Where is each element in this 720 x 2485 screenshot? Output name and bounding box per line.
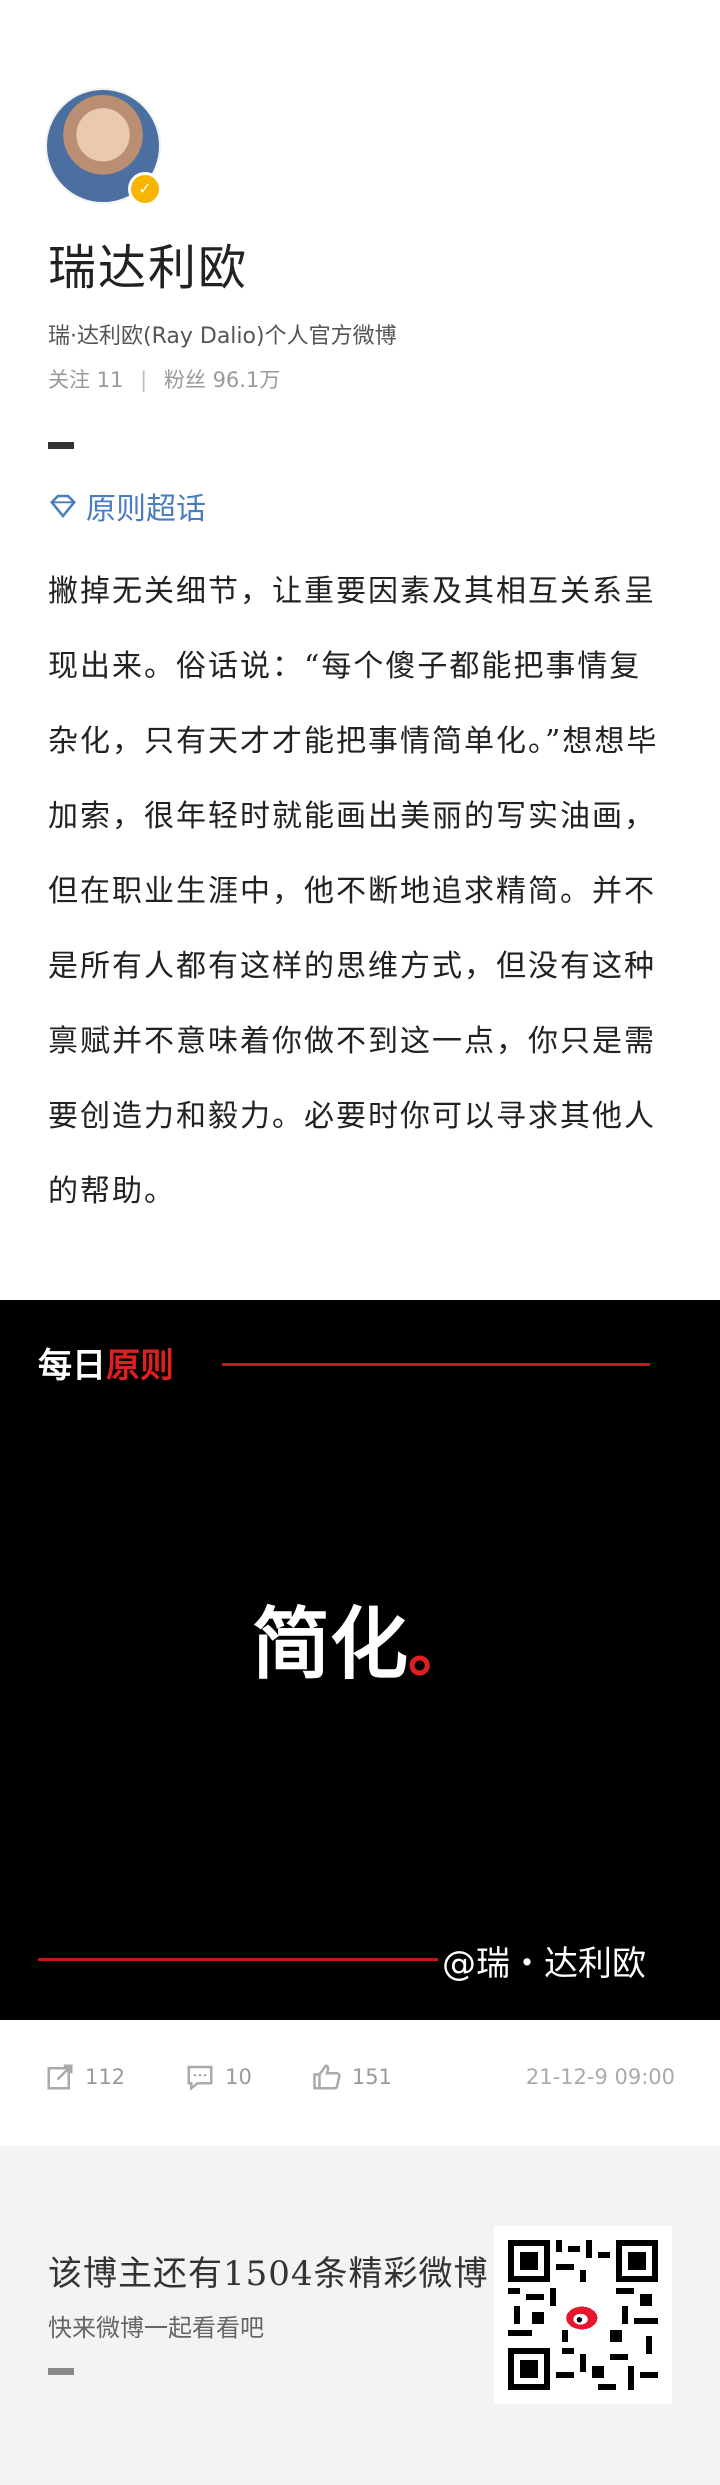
comment-button[interactable]: 10 xyxy=(185,2062,252,2092)
poster-heading-red: 原则 xyxy=(106,1346,174,1386)
poster-divider-bottom xyxy=(38,1958,438,1961)
poster-signature: @瑞・达利欧 xyxy=(442,1944,646,1984)
comment-icon xyxy=(187,2065,213,2091)
topic-label: 原则超话 xyxy=(86,492,206,527)
profile-description: 瑞·达利欧(Ray Dalio)个人官方微博 xyxy=(48,324,397,349)
profile-stats: 关注 11 | 粉丝 96.1万 xyxy=(48,364,280,394)
topic-link[interactable]: 原则超话 xyxy=(48,484,206,528)
footer-title: 该博主还有1504条精彩微博 xyxy=(48,2254,489,2294)
following-count[interactable]: 11 xyxy=(97,368,124,392)
repost-icon xyxy=(47,2064,73,2090)
followers-count[interactable]: 96.1万 xyxy=(213,368,281,392)
qr-code[interactable] xyxy=(494,2226,672,2404)
stats-separator: | xyxy=(140,368,148,392)
profile-name[interactable]: 瑞达利欧 xyxy=(48,228,248,298)
footer-divider xyxy=(48,2368,74,2375)
poster-title-dot: 。 xyxy=(408,1616,468,1686)
following-label: 关注 xyxy=(48,368,90,392)
comment-count: 10 xyxy=(225,2065,252,2089)
verified-badge-icon: ✓ xyxy=(128,172,162,206)
section-divider xyxy=(48,442,74,449)
followers-label: 粉丝 xyxy=(163,368,206,392)
footer-promo: 该博主还有1504条精彩微博 快来微博一起看看吧 xyxy=(0,2146,720,2485)
qr-code-icon xyxy=(508,2240,658,2390)
repost-button[interactable]: 112 xyxy=(45,2062,125,2092)
poster-divider-top xyxy=(222,1363,650,1366)
post-image[interactable]: 每日原则 简化。 @瑞・达利欧 xyxy=(0,1300,720,2020)
post-actions: 112 10 151 21-12-9 09:00 xyxy=(45,2062,675,2092)
footer-subtitle: 快来微博一起看看吧 xyxy=(48,2314,264,2342)
post-timestamp: 21-12-9 09:00 xyxy=(525,2065,675,2089)
poster-heading: 每日原则 xyxy=(38,1338,174,1387)
repost-count: 112 xyxy=(85,2065,126,2089)
poster-heading-white: 每日 xyxy=(38,1346,106,1386)
post-body: 撇掉无关细节，让重要因素及其相互关系呈现出来。俗话说：“每个傻子都能把事情复杂化… xyxy=(48,574,659,1209)
like-count: 151 xyxy=(351,2065,392,2089)
like-button[interactable]: 151 xyxy=(312,2062,392,2092)
thumbs-up-icon xyxy=(313,2064,341,2090)
poster-title: 简化。 xyxy=(0,1582,720,1694)
poster-title-text: 简化 xyxy=(251,1600,408,1690)
diamond-icon xyxy=(50,494,76,518)
